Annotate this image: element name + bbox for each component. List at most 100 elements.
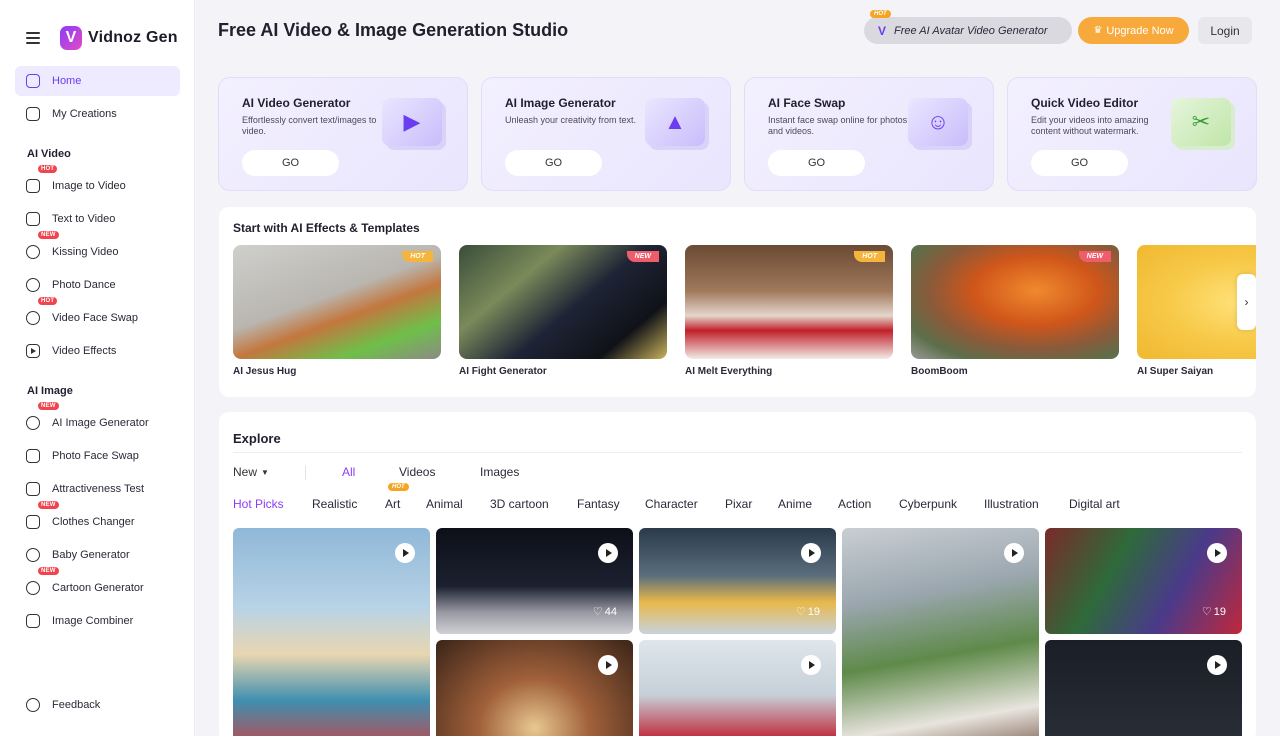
explore-item[interactable]: [233, 528, 430, 736]
explore-item[interactable]: [639, 640, 836, 736]
tool-card-ai-video-generator[interactable]: AI Video Generator Effortlessly convert …: [218, 77, 468, 191]
go-button[interactable]: GO: [1031, 150, 1128, 176]
play-icon[interactable]: [598, 543, 618, 563]
tab-videos[interactable]: Videos: [399, 465, 435, 479]
sidebar-item-photo-face-swap[interactable]: Photo Face Swap: [15, 441, 180, 471]
menu-icon[interactable]: [26, 32, 40, 44]
like-count[interactable]: ♡ 19: [1202, 605, 1226, 618]
upgrade-button[interactable]: ♛ Upgrade Now: [1078, 17, 1189, 44]
login-button[interactable]: Login: [1198, 17, 1252, 44]
explore-item[interactable]: ♡ 19: [1045, 528, 1242, 634]
logo-icon: V: [60, 26, 82, 50]
tool-title: AI Video Generator: [242, 96, 351, 110]
category-illustration[interactable]: Illustration: [984, 497, 1039, 511]
hot-badge: HOT: [38, 297, 58, 305]
effect-card-ai-melt-everything[interactable]: HOT: [685, 245, 893, 359]
hot-badge: HOT: [854, 251, 885, 262]
category-animal[interactable]: Animal: [426, 497, 463, 511]
face-swap-icon: [26, 311, 40, 325]
effect-card-ai-fight-generator[interactable]: NEW: [459, 245, 667, 359]
explore-item[interactable]: ♡ 19: [639, 528, 836, 634]
effect-card-ai-jesus-hug[interactable]: HOT: [233, 245, 441, 359]
heart-icon: ♡: [592, 606, 603, 618]
category-fantasy[interactable]: Fantasy: [577, 497, 620, 511]
category-action[interactable]: Action: [838, 497, 871, 511]
sidebar-item-cartoon-generator[interactable]: NEW Cartoon Generator: [15, 567, 180, 603]
tool-desc: Unleash your creativity from text.: [505, 115, 637, 125]
sidebar-item-baby-generator[interactable]: Baby Generator: [15, 540, 180, 570]
hot-badge: HOT: [388, 483, 409, 491]
sidebar-item-label: Text to Video: [52, 213, 116, 225]
chevron-right-icon[interactable]: ›: [1237, 274, 1256, 330]
logo-text[interactable]: Vidnoz Gen: [88, 29, 178, 47]
category-anime[interactable]: Anime: [778, 497, 812, 511]
explore-item[interactable]: [436, 640, 633, 736]
like-count[interactable]: ♡ 44: [593, 605, 617, 618]
effect-label[interactable]: AI Melt Everything: [685, 366, 772, 377]
lips-icon: [26, 245, 40, 259]
sidebar-item-label: Clothes Changer: [52, 516, 135, 528]
effect-card-boomboom[interactable]: NEW: [911, 245, 1119, 359]
category-digital-art[interactable]: Digital art: [1069, 497, 1120, 511]
category-3d-cartoon[interactable]: 3D cartoon: [490, 497, 549, 511]
sidebar-item-attractiveness-test[interactable]: Attractiveness Test: [15, 474, 180, 504]
category-cyberpunk[interactable]: Cyberpunk: [899, 497, 957, 511]
go-button[interactable]: GO: [505, 150, 602, 176]
tool-card-ai-image-generator[interactable]: AI Image Generator Unleash your creativi…: [481, 77, 731, 191]
sidebar-item-image-to-video[interactable]: HOT Image to Video: [15, 165, 180, 201]
sidebar-item-label: Cartoon Generator: [52, 582, 144, 594]
effect-label[interactable]: AI Super Saiyan: [1137, 366, 1213, 377]
play-icon[interactable]: [801, 543, 821, 563]
sidebar-item-clothes-changer[interactable]: NEW Clothes Changer: [15, 501, 180, 537]
go-button[interactable]: GO: [768, 150, 865, 176]
tool-desc: Instant face swap online for photos and …: [768, 115, 908, 136]
effect-label[interactable]: AI Fight Generator: [459, 366, 547, 377]
sidebar-item-home[interactable]: Home: [15, 66, 180, 96]
sort-select[interactable]: New ▼: [233, 465, 269, 479]
effect-label[interactable]: AI Jesus Hug: [233, 366, 296, 377]
explore-panel: Explore New ▼ All Videos Images Hot Pick…: [219, 412, 1256, 736]
tab-all[interactable]: All: [342, 465, 355, 479]
category-art[interactable]: Art: [385, 497, 400, 511]
sidebar-item-kissing-video[interactable]: NEW Kissing Video: [15, 231, 180, 267]
tab-images[interactable]: Images: [480, 465, 519, 479]
sidebar-item-text-to-video[interactable]: Text to Video: [15, 204, 180, 234]
video-play-icon: ▶: [382, 98, 442, 146]
new-badge: NEW: [38, 402, 59, 410]
play-icon[interactable]: [1207, 543, 1227, 563]
category-hot-picks[interactable]: Hot Picks: [233, 497, 284, 511]
explore-item[interactable]: ♡ 44: [436, 528, 633, 634]
sidebar-item-ai-image-generator[interactable]: NEW AI Image Generator: [15, 402, 180, 438]
sidebar-item-my-creations[interactable]: My Creations: [15, 99, 180, 129]
sort-value: New: [233, 465, 258, 479]
new-badge: NEW: [1078, 251, 1111, 262]
category-realistic[interactable]: Realistic: [312, 497, 357, 511]
new-badge: NEW: [626, 251, 659, 262]
section-ai-image: AI Image: [27, 385, 73, 397]
go-button[interactable]: GO: [242, 150, 339, 176]
category-pixar[interactable]: Pixar: [725, 497, 752, 511]
divider: [305, 466, 306, 480]
baby-icon: [26, 548, 40, 562]
play-icon[interactable]: [598, 655, 618, 675]
tool-card-quick-video-editor[interactable]: Quick Video Editor Edit your videos into…: [1007, 77, 1257, 191]
sidebar-item-image-combiner[interactable]: Image Combiner: [15, 606, 180, 636]
like-count[interactable]: ♡ 19: [796, 605, 820, 618]
play-icon[interactable]: [1004, 543, 1024, 563]
category-character[interactable]: Character: [645, 497, 698, 511]
sidebar-item-feedback[interactable]: Feedback: [15, 690, 180, 720]
text-video-icon: [26, 212, 40, 226]
play-icon[interactable]: [1207, 655, 1227, 675]
sidebar-item-video-effects[interactable]: Video Effects: [15, 336, 180, 366]
explore-item[interactable]: [842, 528, 1039, 736]
effect-label[interactable]: BoomBoom: [911, 366, 968, 377]
avatar-generator-button[interactable]: HOT V Free AI Avatar Video Generator: [864, 10, 1072, 44]
sidebar-item-video-face-swap[interactable]: HOT Video Face Swap: [15, 297, 180, 333]
effects-panel: Start with AI Effects & Templates HOT AI…: [219, 207, 1256, 397]
play-icon[interactable]: [801, 655, 821, 675]
tool-card-ai-face-swap[interactable]: AI Face Swap Instant face swap online fo…: [744, 77, 994, 191]
sidebar-item-photo-dance[interactable]: Photo Dance: [15, 270, 180, 300]
play-icon[interactable]: [395, 543, 415, 563]
explore-item[interactable]: [1045, 640, 1242, 736]
sidebar-item-label: Baby Generator: [52, 549, 130, 561]
